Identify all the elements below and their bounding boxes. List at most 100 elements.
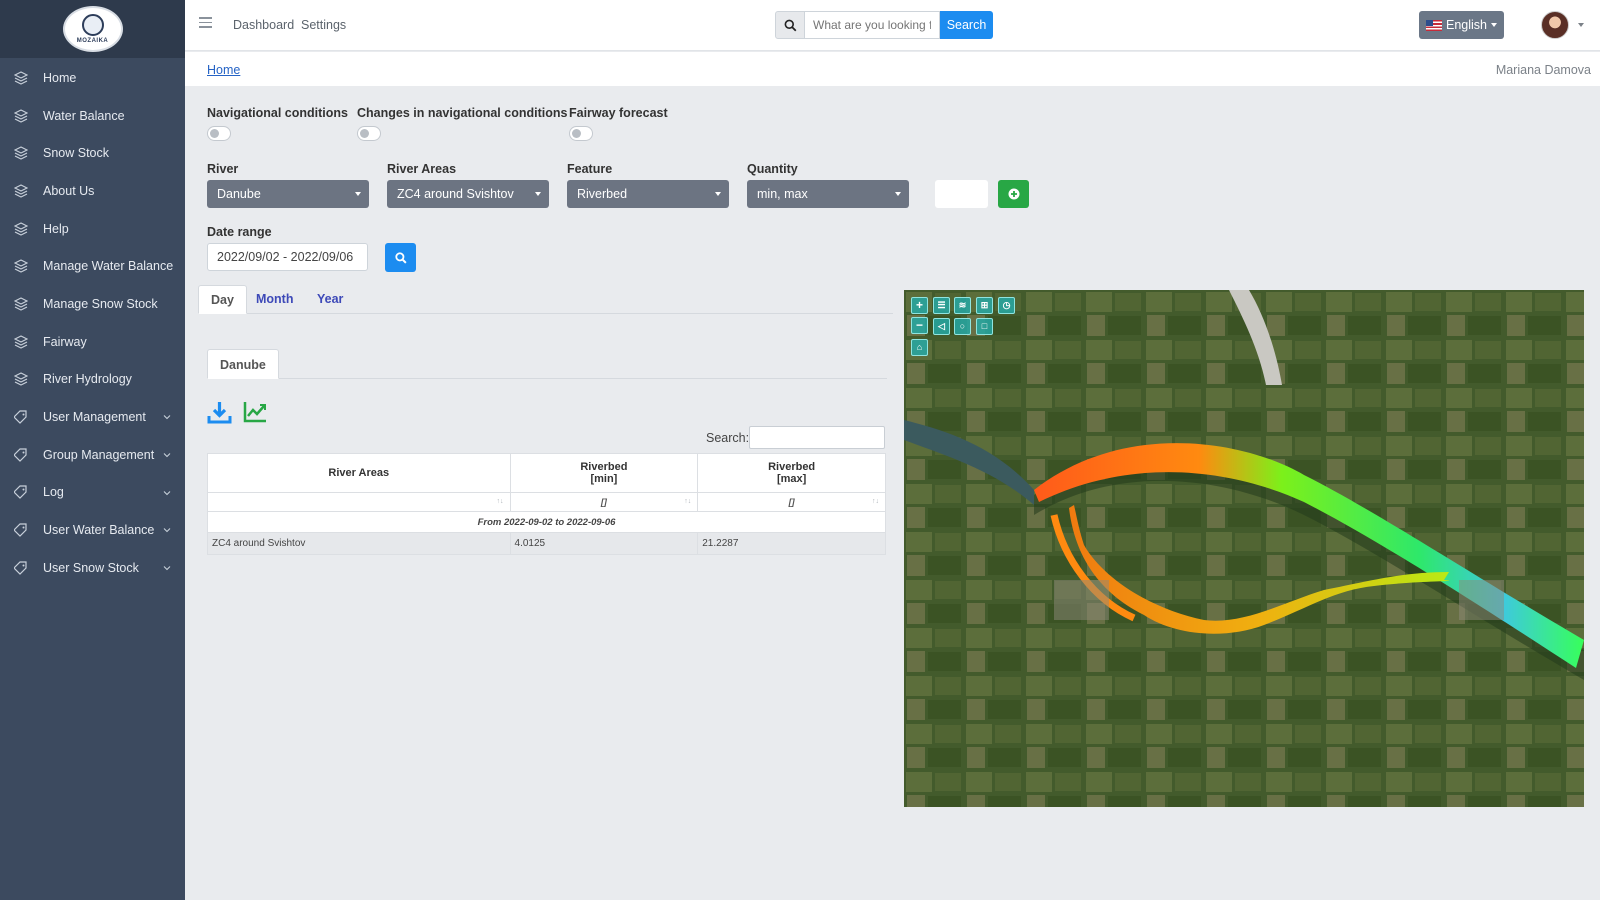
zoom-in-button[interactable]: + bbox=[911, 297, 928, 314]
filter-cell-min[interactable]: [] ↑↓ bbox=[509, 492, 699, 512]
user-avatar[interactable] bbox=[1541, 11, 1569, 39]
results-table: River Areas Riverbed [min] Riverbed [max… bbox=[207, 453, 886, 555]
sidebar-item-label: User Water Balance bbox=[43, 523, 155, 538]
table-search-input[interactable] bbox=[749, 426, 885, 449]
home-icon[interactable]: ⌂ bbox=[911, 339, 928, 356]
chart-button[interactable] bbox=[243, 400, 268, 426]
logo-emblem bbox=[81, 14, 104, 36]
tag-icon bbox=[14, 523, 28, 537]
sidebar-item-water-balance[interactable]: Water Balance bbox=[0, 97, 185, 135]
sidebar-item-help[interactable]: Help bbox=[0, 210, 185, 248]
date-range-input[interactable]: 2022/09/02 - 2022/09/06 bbox=[207, 243, 368, 271]
navigational-conditions-toggle[interactable] bbox=[207, 126, 231, 141]
rectangle-draw-icon[interactable]: □ bbox=[976, 318, 993, 335]
date-search-button[interactable] bbox=[385, 243, 416, 272]
add-filter-button[interactable] bbox=[998, 180, 1029, 208]
sidebar-item-user-snow-stock[interactable]: User Snow Stock bbox=[0, 549, 185, 587]
sidebar-nav: Home Water Balance Snow Stock About Us Help M… bbox=[0, 59, 185, 587]
table-row[interactable]: ZC4 around Svishtov 4.0125 21.2287 bbox=[207, 532, 886, 555]
layers-icon bbox=[14, 108, 28, 123]
toggle-label-navigational-conditions: Navigational conditions bbox=[207, 106, 348, 120]
quantity-select[interactable]: min, max bbox=[747, 180, 909, 208]
layers-icon[interactable]: ≋ bbox=[954, 297, 971, 314]
sidebar-item-label: Group Management bbox=[43, 447, 155, 462]
sidebar-item-label: Home bbox=[43, 70, 77, 85]
sidebar-item-user-management[interactable]: User Management bbox=[0, 398, 185, 436]
sidebar-item-river-hydrology[interactable]: River Hydrology bbox=[0, 361, 185, 399]
river-label: River bbox=[207, 162, 239, 176]
grid-icon[interactable]: ⊞ bbox=[976, 297, 993, 314]
legend-list-icon[interactable]: ☰ bbox=[933, 297, 950, 314]
navigate-icon[interactable]: ◁ bbox=[933, 318, 950, 335]
sidebar-item-label: Fairway bbox=[43, 334, 87, 349]
sidebar-item-log[interactable]: Log bbox=[0, 474, 185, 512]
search-icon bbox=[394, 251, 407, 264]
sort-icon[interactable]: ↑↓ bbox=[497, 498, 504, 505]
toggle-label-fairway-forecast: Fairway forecast bbox=[569, 106, 668, 120]
date-range-label: Date range bbox=[207, 225, 272, 239]
riverbed-min-unit: [min] bbox=[590, 473, 618, 485]
sidebar-item-user-water-balance[interactable]: User Water Balance bbox=[0, 511, 185, 549]
extra-filter-input[interactable] bbox=[935, 180, 988, 208]
chevron-down-icon bbox=[163, 561, 171, 571]
avatar-chevron-down-icon[interactable] bbox=[1578, 23, 1584, 27]
app-logo[interactable]: MOZAIKA bbox=[62, 6, 123, 52]
filter-mark-max: [] bbox=[788, 497, 795, 507]
sort-icon[interactable]: ↑↓ bbox=[684, 498, 691, 505]
sort-icon[interactable]: ↑↓ bbox=[872, 498, 879, 505]
filter-cell-areas[interactable]: ↑↓ bbox=[207, 492, 511, 512]
language-label: English bbox=[1446, 18, 1487, 32]
changes-navigational-conditions-toggle[interactable] bbox=[357, 126, 381, 141]
river-areas-label: River Areas bbox=[387, 162, 457, 176]
river-areas-select-value: ZC4 around Svishtov bbox=[397, 187, 514, 201]
user-name: Mariana Damova bbox=[1495, 63, 1591, 77]
sidebar-item-snow-stock[interactable]: Snow Stock bbox=[0, 134, 185, 172]
column-header-riverbed-max[interactable]: Riverbed [max] bbox=[697, 453, 886, 493]
chevron-down-icon bbox=[163, 523, 171, 533]
chevron-down-icon bbox=[715, 192, 721, 196]
sidebar-item-home[interactable]: Home bbox=[0, 59, 185, 97]
river-select[interactable]: Danube bbox=[207, 180, 369, 208]
tab-danube[interactable]: Danube bbox=[207, 349, 279, 379]
cell-riverbed-min: 4.0125 bbox=[509, 532, 699, 555]
logo-area: MOZAIKA bbox=[0, 0, 185, 58]
sidebar-item-manage-snow-stock[interactable]: Manage Snow Stock bbox=[0, 285, 185, 323]
search-icon[interactable] bbox=[775, 11, 805, 39]
plus-circle-icon bbox=[1008, 188, 1019, 200]
filter-cell-max[interactable]: [] ↑↓ bbox=[697, 492, 886, 512]
river-select-value: Danube bbox=[217, 187, 261, 201]
menu-toggle-icon[interactable] bbox=[199, 17, 212, 29]
search-button[interactable]: Search bbox=[940, 11, 993, 39]
river-tabs: Danube bbox=[207, 349, 887, 379]
sidebar-item-about-us[interactable]: About Us bbox=[0, 172, 185, 210]
sidebar-item-manage-water-balance[interactable]: Manage Water Balance bbox=[0, 247, 185, 285]
satellite-map[interactable]: + − ⌂ ☰ ≋ ⊞ ◷ ◁ ○ □ bbox=[904, 290, 1584, 807]
sidebar-item-group-management[interactable]: Group Management bbox=[0, 436, 185, 474]
layers-icon bbox=[14, 221, 28, 236]
chevron-down-icon bbox=[163, 448, 171, 458]
sidebar-item-label: User Snow Stock bbox=[43, 560, 139, 575]
fairway-forecast-toggle[interactable] bbox=[569, 126, 593, 141]
language-dropdown[interactable]: English bbox=[1419, 11, 1504, 39]
zoom-out-button[interactable]: − bbox=[911, 317, 928, 334]
dashboard-link[interactable]: Dashboard bbox=[233, 18, 294, 32]
settings-link[interactable]: Settings bbox=[301, 18, 346, 32]
column-header-river-areas[interactable]: River Areas bbox=[207, 453, 511, 493]
river-areas-select[interactable]: ZC4 around Svishtov bbox=[387, 180, 549, 208]
search-input[interactable] bbox=[805, 11, 940, 39]
feature-select[interactable]: Riverbed bbox=[567, 180, 729, 208]
circle-draw-icon[interactable]: ○ bbox=[954, 318, 971, 335]
tab-month[interactable]: Month bbox=[244, 285, 305, 314]
tab-year[interactable]: Year bbox=[305, 285, 355, 314]
breadcrumb-home-link[interactable]: Home bbox=[207, 63, 240, 77]
breadcrumb: Home Mariana Damova bbox=[185, 52, 1600, 86]
download-button[interactable] bbox=[207, 400, 232, 428]
clock-icon[interactable]: ◷ bbox=[998, 297, 1015, 314]
tab-day[interactable]: Day bbox=[198, 285, 247, 314]
sidebar-item-label: Water Balance bbox=[43, 108, 125, 123]
column-header-riverbed-min[interactable]: Riverbed [min] bbox=[509, 453, 699, 493]
us-flag-icon bbox=[1426, 19, 1442, 31]
sidebar-item-label: Log bbox=[43, 485, 64, 500]
table-search-label: Search: bbox=[706, 431, 750, 445]
sidebar-item-fairway[interactable]: Fairway bbox=[0, 323, 185, 361]
